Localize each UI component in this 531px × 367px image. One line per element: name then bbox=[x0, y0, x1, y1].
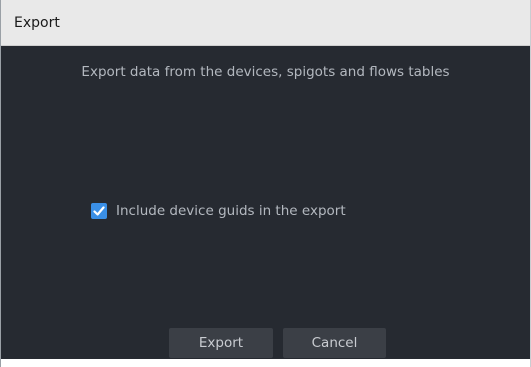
bottom-edge bbox=[1, 359, 530, 367]
export-dialog: Export Export data from the devices, spi… bbox=[0, 0, 531, 367]
include-guids-label[interactable]: Include device guids in the export bbox=[116, 203, 346, 219]
include-guids-checkbox[interactable] bbox=[91, 203, 107, 219]
export-button[interactable]: Export bbox=[169, 328, 273, 358]
include-guids-option[interactable]: Include device guids in the export bbox=[91, 202, 346, 220]
export-description: Export data from the devices, spigots an… bbox=[81, 64, 450, 80]
check-icon bbox=[93, 206, 105, 216]
cancel-button[interactable]: Cancel bbox=[283, 328, 386, 358]
dialog-title: Export bbox=[14, 15, 60, 31]
dialog-buttons: Export Cancel bbox=[1, 328, 530, 358]
dialog-content: Export data from the devices, spigots an… bbox=[1, 46, 530, 359]
title-bar[interactable]: Export bbox=[1, 0, 530, 46]
